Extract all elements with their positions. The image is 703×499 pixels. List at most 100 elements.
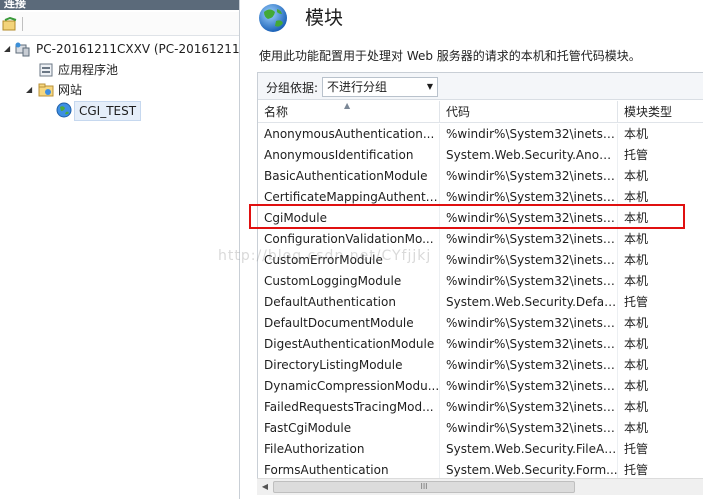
module-type-cell: 本机 [624, 253, 649, 267]
module-code-cell: %windir%\System32\inetsr... [446, 358, 618, 372]
module-code-cell: %windir%\System32\inetsr... [446, 400, 618, 414]
sites-folder-icon [38, 83, 54, 97]
module-type-cell: 本机 [624, 211, 649, 225]
module-type-cell: 本机 [624, 421, 649, 435]
table-row[interactable]: CgiModule %windir%\System32\inetsr... 本机 [258, 208, 703, 229]
module-code-cell: %windir%\System32\inetsr... [446, 379, 618, 393]
module-name-cell: FastCgiModule [264, 421, 352, 435]
connections-header: 连接 [0, 0, 239, 10]
table-row[interactable]: DirectoryListingModule %windir%\System32\… [258, 355, 703, 376]
scrollbar-thumb[interactable]: III [273, 481, 575, 493]
module-type-cell: 本机 [624, 316, 649, 330]
table-row[interactable]: CustomLoggingModule %windir%\System32\ine… [258, 271, 703, 292]
module-type-cell: 本机 [624, 169, 649, 183]
horizontal-scrollbar[interactable]: ◀ III [257, 478, 703, 495]
module-code-cell: %windir%\System32\inetsr... [446, 274, 618, 288]
tree-item-sites[interactable]: ◢ 网站 [0, 80, 239, 100]
module-code-cell: System.Web.Security.Anon... [446, 148, 618, 162]
module-name-cell: BasicAuthenticationModule [264, 169, 428, 183]
module-code-cell: %windir%\System32\inetsr... [446, 337, 618, 351]
module-type-cell: 托管 [624, 442, 649, 456]
module-code-cell: %windir%\System32\inetsr... [446, 421, 618, 435]
module-name-cell: CustomErrorModule [264, 253, 383, 267]
globe-icon [56, 102, 72, 118]
modules-list: 分组依据: 不进行分组 ▼ 名称 ▲ 代码 模块类型 AnonymousAuth… [257, 72, 703, 492]
module-name-cell: CustomLoggingModule [264, 274, 402, 288]
app-pool-icon [39, 63, 53, 77]
modules-globe-icon [259, 4, 287, 32]
tree-item-cgi-test[interactable]: CGI_TEST [0, 100, 239, 121]
module-name-cell: CertificateMappingAuthenti... [264, 190, 440, 204]
module-type-cell: 本机 [624, 232, 649, 246]
module-type-cell: 本机 [624, 379, 649, 393]
module-type-cell: 托管 [624, 148, 649, 162]
module-code-cell: System.Web.Security.FileAu... [446, 442, 618, 456]
module-type-cell: 本机 [624, 190, 649, 204]
module-type-cell: 本机 [624, 127, 649, 141]
table-row[interactable]: DynamicCompressionModu... %windir%\System… [258, 376, 703, 397]
table-row[interactable]: AnonymousIdentification System.Web.Securi… [258, 145, 703, 166]
module-code-cell: %windir%\System32\inetsr... [446, 316, 618, 330]
module-type-cell: 本机 [624, 358, 649, 372]
connect-icon[interactable] [2, 17, 18, 31]
module-type-cell: 本机 [624, 337, 649, 351]
module-code-cell: %windir%\System32\inetsr... [446, 169, 618, 183]
group-by-select[interactable]: 不进行分组 ▼ [322, 77, 438, 97]
tree-item-server[interactable]: ◢ PC-20161211CXXV (PC-20161211C [0, 39, 240, 59]
collapse-toggle-icon[interactable]: ◢ [4, 39, 12, 59]
module-type-cell: 本机 [624, 400, 649, 414]
table-row[interactable]: AnonymousAuthentication... %windir%\Syste… [258, 124, 703, 145]
table-row[interactable]: DefaultDocumentModule %windir%\System32\i… [258, 313, 703, 334]
module-name-cell: AnonymousAuthentication... [264, 127, 435, 141]
column-header-module-type[interactable]: 模块类型 [618, 101, 703, 123]
table-row[interactable]: FileAuthorization System.Web.Security.Fil… [258, 439, 703, 460]
group-by-label: 分组依据: [266, 81, 319, 95]
module-code-cell: %windir%\System32\inetsr... [446, 127, 618, 141]
table-row[interactable]: FastCgiModule %windir%\System32\inetsr...… [258, 418, 703, 439]
toolbar-separator [22, 17, 23, 31]
group-by-value: 不进行分组 [327, 80, 388, 94]
module-name-cell: FileAuthorization [264, 442, 365, 456]
tree-label: 应用程序池 [58, 63, 119, 77]
module-code-cell: %windir%\System32\inetsr... [446, 190, 618, 204]
tree-label: PC-20161211CXXV (PC-20161211C [36, 42, 240, 56]
module-code-cell: %windir%\System32\inetsr... [446, 211, 618, 225]
module-type-cell: 本机 [624, 274, 649, 288]
module-code-cell: %windir%\System32\inetsr... [446, 253, 618, 267]
module-code-cell: %windir%\System32\inetsr... [446, 232, 618, 246]
table-row[interactable]: BasicAuthenticationModule %windir%\System… [258, 166, 703, 187]
page-description: 使用此功能配置用于处理对 Web 服务器的请求的本机和托管代码模块。 [259, 49, 641, 63]
module-name-cell: FailedRequestsTracingMod... [264, 400, 434, 414]
page-title: 模块 [305, 7, 344, 29]
module-name-cell: DynamicCompressionModu... [264, 379, 440, 393]
module-code-cell: System.Web.Security.Defau... [446, 295, 618, 309]
dropdown-caret-icon: ▼ [426, 82, 433, 91]
module-name-cell: ConfigurationValidationMo... [264, 232, 434, 246]
table-row[interactable]: DigestAuthenticationModule %windir%\Syste… [258, 334, 703, 355]
module-name-cell: DigestAuthenticationModule [264, 337, 435, 351]
module-name-cell: AnonymousIdentification [264, 148, 414, 162]
sort-ascending-icon: ▲ [344, 101, 351, 110]
module-name-cell: DirectoryListingModule [264, 358, 403, 372]
tree-label: 网站 [58, 83, 83, 97]
collapse-toggle-icon[interactable]: ◢ [26, 80, 34, 100]
table-row[interactable]: CertificateMappingAuthenti... %windir%\Sy… [258, 187, 703, 208]
table-row[interactable]: DefaultAuthentication System.Web.Security… [258, 292, 703, 313]
group-by-bar: 分组依据: 不进行分组 ▼ [258, 73, 703, 100]
module-name-cell: DefaultDocumentModule [264, 316, 414, 330]
table-row[interactable]: FailedRequestsTracingMod... %windir%\Syst… [258, 397, 703, 418]
table-row[interactable]: ConfigurationValidationMo... %windir%\Sys… [258, 229, 703, 250]
table-row[interactable]: CustomErrorModule %windir%\System32\inets… [258, 250, 703, 271]
tree-label: CGI_TEST [74, 101, 142, 121]
connections-toolbar [0, 12, 239, 36]
column-header-name[interactable]: 名称 ▲ [258, 101, 440, 123]
column-header-row: 名称 ▲ 代码 模块类型 [258, 101, 703, 123]
module-name-cell: CgiModule [264, 211, 327, 225]
scroll-left-icon[interactable]: ◀ [259, 481, 271, 493]
connections-panel: 连接 ◢ PC-20161211CXXV (PC-20161211C 应用程序池… [0, 0, 240, 499]
module-name-cell: DefaultAuthentication [264, 295, 396, 309]
module-type-cell: 托管 [624, 295, 649, 309]
tree-item-app-pools[interactable]: 应用程序池 [0, 60, 239, 80]
server-icon [15, 42, 30, 57]
column-header-code[interactable]: 代码 [440, 101, 618, 123]
